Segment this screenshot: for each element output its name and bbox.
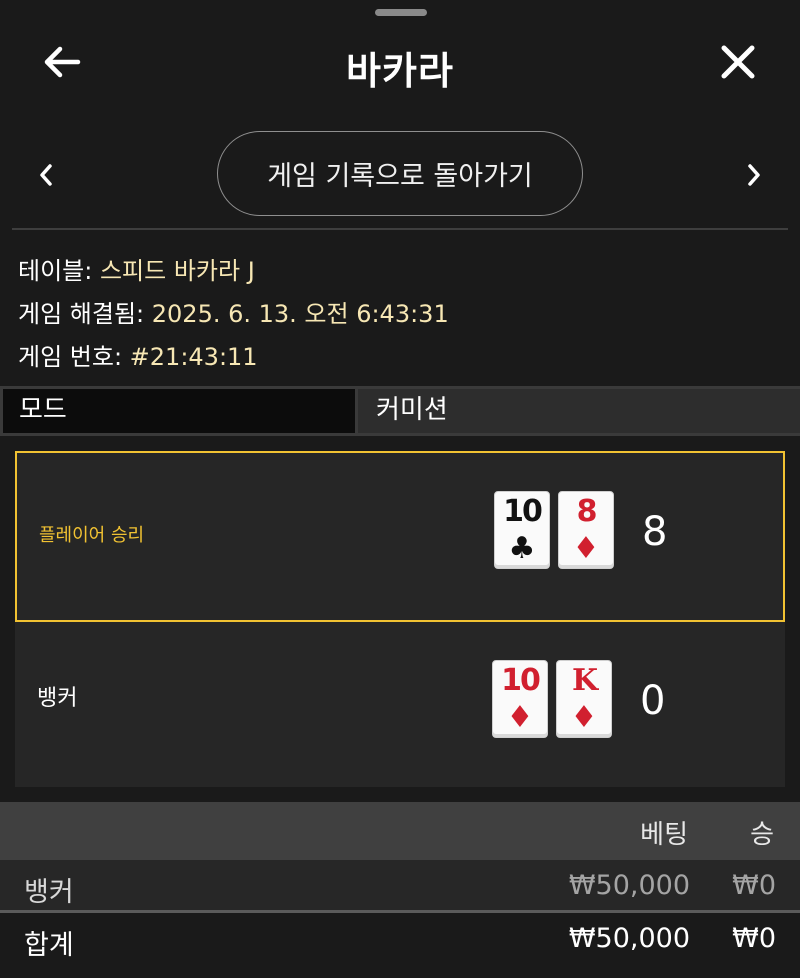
resolved-value: 2025. 6. 13. 오전 6:43:31 [144, 300, 449, 328]
back-to-history-button[interactable]: 게임 기록으로 돌아가기 [217, 131, 583, 216]
total-row: 합계 ₩50,000 ₩0 [0, 913, 800, 965]
chevron-right-icon [748, 164, 760, 186]
results-panel: 플레이어 승리 10 ♣ 8 ♦ 8 뱅커 10 ♦ K ♦ 0 [15, 451, 785, 787]
card-rank: K [571, 663, 598, 698]
player-card-2: 8 ♦ [558, 491, 614, 569]
banker-result: 뱅커 10 ♦ K ♦ 0 [15, 622, 785, 787]
total-bet-amount: ₩50,000 [568, 923, 690, 954]
card-rank: 8 [576, 494, 598, 529]
divider [12, 228, 788, 230]
mode-value: 커미션 [358, 389, 800, 433]
sheet-drag-handle[interactable] [375, 9, 427, 16]
resolved-info: 게임 해결됨: 2025. 6. 13. 오전 6:43:31 [18, 294, 449, 329]
diamond-icon: ♦ [572, 531, 600, 566]
diamond-icon: ♦ [570, 700, 598, 735]
mode-row: 모드 커미션 [0, 386, 800, 436]
bet-name: 뱅커 [24, 877, 74, 908]
table-label: 테이블: [18, 257, 93, 285]
card-rank: 10 [501, 663, 541, 698]
banker-score: 0 [640, 678, 666, 724]
page-title: 바카라 [346, 49, 454, 93]
chevron-left-icon [40, 164, 52, 186]
total-win-amount: ₩0 [732, 923, 776, 954]
mode-label: 모드 [3, 389, 355, 433]
game-number-info: 게임 번호: #21:43:11 [18, 337, 258, 372]
previous-game-button[interactable] [34, 160, 58, 190]
player-score: 8 [642, 509, 668, 555]
game-number-label: 게임 번호: [18, 343, 123, 371]
close-button[interactable] [716, 40, 760, 84]
banker-card-1: 10 ♦ [492, 660, 548, 738]
header: 바카라 [0, 22, 800, 102]
club-icon: ♣ [508, 531, 536, 566]
table-row: 뱅커 ₩50,000 ₩0 [0, 860, 800, 910]
win-column-header: 승 [750, 820, 774, 850]
table-value: 스피드 바카라 J [92, 257, 255, 285]
resolved-label: 게임 해결됨: [18, 300, 145, 328]
player-result: 플레이어 승리 10 ♣ 8 ♦ 8 [15, 451, 785, 622]
next-game-button[interactable] [742, 160, 766, 190]
bet-column-header: 베팅 [640, 820, 688, 850]
bets-table-header: 베팅 승 [0, 802, 800, 860]
banker-card-2: K ♦ [556, 660, 612, 738]
banker-result-label: 뱅커 [37, 686, 78, 711]
player-result-label: 플레이어 승리 [39, 525, 145, 546]
game-number-value: #21:43:11 [122, 343, 258, 371]
win-amount: ₩0 [732, 870, 776, 901]
total-label: 합계 [24, 930, 74, 961]
player-card-1: 10 ♣ [494, 491, 550, 569]
game-navigation: 게임 기록으로 돌아가기 [0, 130, 800, 218]
diamond-icon: ♦ [506, 700, 534, 735]
card-rank: 10 [503, 494, 543, 529]
bet-amount: ₩50,000 [568, 870, 690, 901]
table-info: 테이블: 스피드 바카라 J [18, 251, 255, 286]
close-icon [721, 45, 755, 79]
